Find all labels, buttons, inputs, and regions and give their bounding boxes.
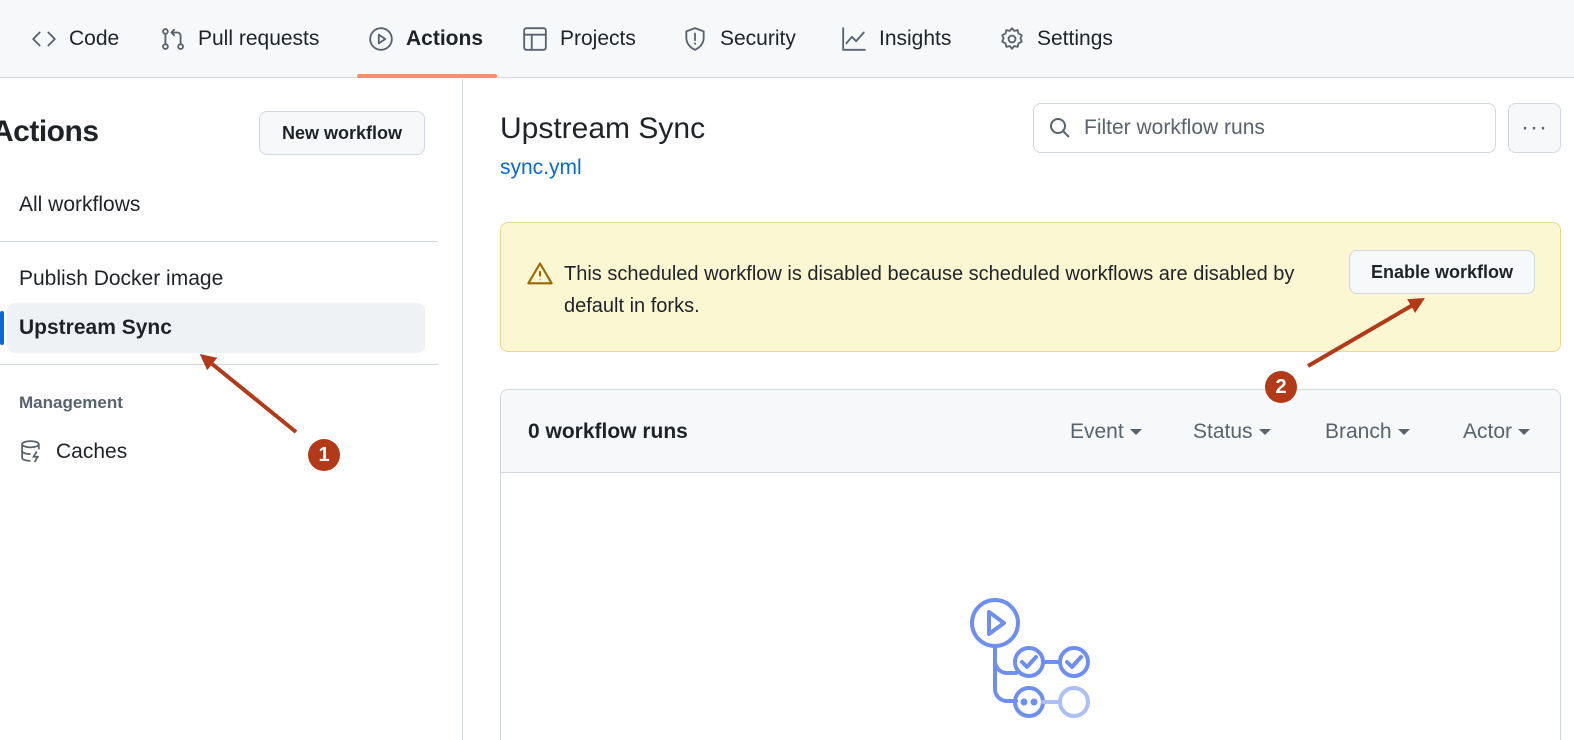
banner-message: This scheduled workflow is disabled beca… <box>564 263 1295 317</box>
tab-code-label: Code <box>69 27 120 50</box>
enable-workflow-button[interactable]: Enable workflow <box>1349 250 1535 294</box>
new-workflow-button[interactable]: New workflow <box>259 111 425 155</box>
tab-actions[interactable]: Actions <box>368 0 483 78</box>
tab-projects[interactable]: Projects <box>522 0 636 78</box>
tab-code[interactable]: Code <box>31 0 119 78</box>
tab-projects-label: Projects <box>560 27 636 50</box>
disabled-workflow-banner: This scheduled workflow is disabled beca… <box>500 222 1561 352</box>
more-options-button[interactable]: ··· <box>1508 103 1561 153</box>
play-icon <box>369 27 393 51</box>
workflow-runs-count: 0 workflow runs <box>528 420 688 443</box>
tab-insights-label: Insights <box>879 27 952 50</box>
table-icon <box>523 27 547 51</box>
repo-nav: Code Pull requests Actions Projects Secu… <box>0 0 1574 78</box>
sidebar-title: Actions <box>0 115 99 148</box>
gear-icon <box>1001 27 1023 50</box>
sidebar-item-upstream-sync[interactable]: Upstream Sync <box>19 316 172 340</box>
sidebar-item-publish-docker-image[interactable]: Publish Docker image <box>19 267 223 291</box>
sidebar-item-all-workflows[interactable]: All workflows <box>19 193 140 217</box>
page-title: Upstream Sync <box>500 112 706 145</box>
tab-pull-requests-label: Pull requests <box>198 27 320 50</box>
tab-security[interactable]: Security <box>682 0 796 78</box>
sidebar-item-caches[interactable]: Caches <box>19 439 127 464</box>
management-heading: Management <box>19 393 123 412</box>
code-icon <box>32 31 56 47</box>
filter-status-dropdown[interactable]: Status <box>1193 420 1271 444</box>
workflow-file-link[interactable]: sync.yml <box>500 156 582 180</box>
tab-pull-requests[interactable]: Pull requests <box>160 0 319 78</box>
workflow-runs-panel: 0 workflow runs Event Status Branch Acto… <box>500 389 1561 740</box>
tab-actions-label: Actions <box>406 27 484 50</box>
tab-settings-label: Settings <box>1037 27 1113 50</box>
search-icon <box>1050 118 1070 138</box>
filter-input[interactable] <box>1084 116 1484 140</box>
graph-icon <box>842 27 866 51</box>
database-icon <box>21 440 40 463</box>
sidebar-divider <box>0 364 438 365</box>
selected-indicator <box>0 311 4 345</box>
shield-icon <box>685 27 705 51</box>
pull-request-icon <box>162 28 184 50</box>
annotation-marker-1: 1 <box>308 439 340 471</box>
filter-workflow-runs[interactable] <box>1033 103 1496 153</box>
sidebar-divider <box>0 241 438 242</box>
active-tab-indicator <box>357 74 497 78</box>
filter-actor-dropdown[interactable]: Actor <box>1463 420 1530 444</box>
tab-settings[interactable]: Settings <box>999 0 1113 78</box>
tab-insights[interactable]: Insights <box>841 0 951 78</box>
alert-icon <box>527 262 553 285</box>
workflow-illustration <box>970 598 1090 718</box>
annotation-marker-2: 2 <box>1265 371 1297 403</box>
sidebar-item-caches-label: Caches <box>56 439 128 463</box>
filter-branch-dropdown[interactable]: Branch <box>1325 420 1410 444</box>
filter-event-dropdown[interactable]: Event <box>1070 420 1142 444</box>
workflow-runs-header: 0 workflow runs Event Status Branch Acto… <box>501 390 1560 473</box>
actions-sidebar: Actions New workflow All workflows Publi… <box>0 79 463 740</box>
tab-security-label: Security <box>720 27 796 50</box>
